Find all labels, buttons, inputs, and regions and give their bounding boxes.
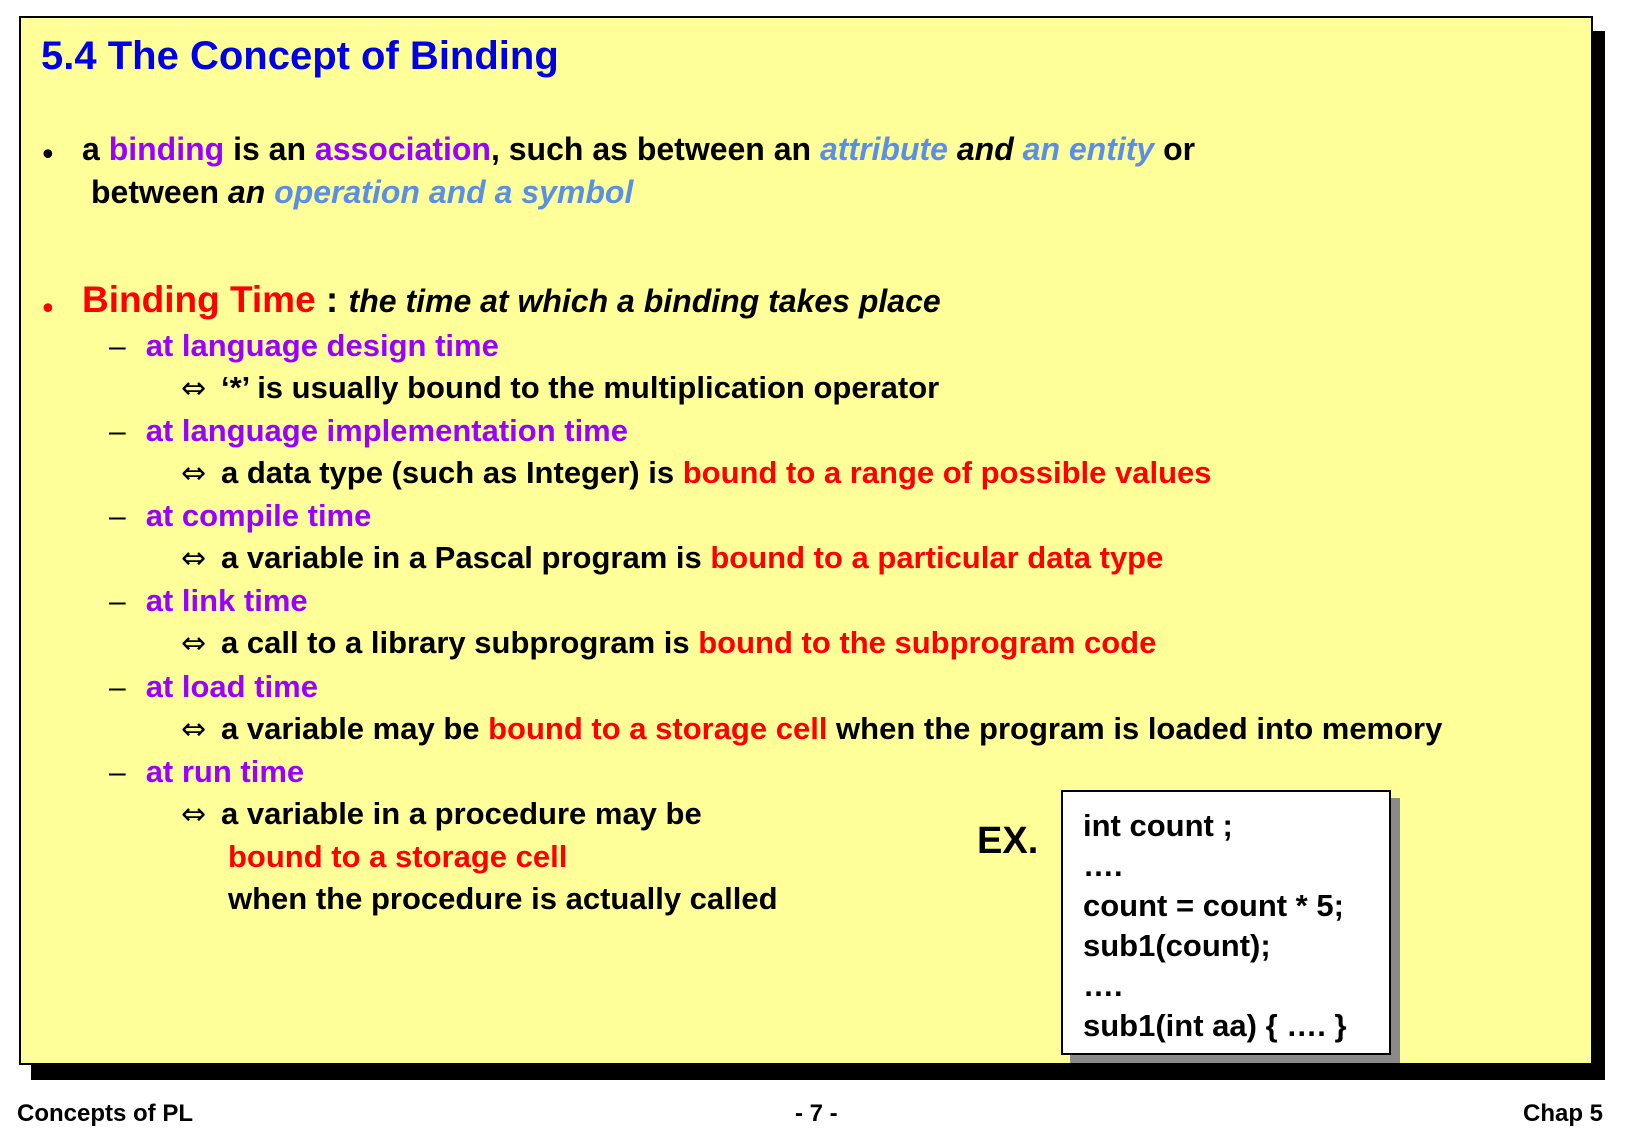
double-arrow-icon: ⇔ xyxy=(181,456,207,491)
code-line: int count ; xyxy=(1083,808,1233,843)
time-example-implementation: ⇔ a data type (such as Integer) is bound … xyxy=(181,455,1212,491)
double-arrow-icon: ⇔ xyxy=(181,626,207,661)
time-example-run-line2: bound to a storage cell xyxy=(228,839,568,874)
time-item-link: – at link time xyxy=(109,583,308,618)
footer-page-number: - 7 - xyxy=(795,1100,838,1127)
code-line: …. xyxy=(1083,848,1123,883)
time-example-compile: ⇔ a variable in a Pascal program is bound… xyxy=(181,540,1164,576)
bullet-marker: • xyxy=(39,138,57,173)
code-example-box: int count ; …. count = count * 5; sub1(c… xyxy=(1061,790,1391,1055)
time-example-design: ⇔ ‘*’ is usually bound to the multiplicat… xyxy=(181,370,940,406)
time-example-run-line3: when the procedure is actually called xyxy=(228,881,778,916)
code-line: count = count * 5; xyxy=(1083,888,1344,923)
bullet-marker: • xyxy=(39,292,57,327)
term-association: association xyxy=(314,131,491,167)
bullet1-line1: a binding is an association, such as bet… xyxy=(82,131,1196,167)
time-item-compile: – at compile time xyxy=(109,498,372,533)
time-item-run: – at run time xyxy=(109,754,305,789)
bullet1-line2: between an operation and a symbol xyxy=(91,174,634,210)
double-arrow-icon: ⇔ xyxy=(181,797,207,832)
time-example-run: ⇔ a variable in a procedure may be xyxy=(181,796,702,832)
time-item-implementation: – at language implementation time xyxy=(109,413,628,448)
footer-chapter: Chap 5 xyxy=(1523,1100,1604,1127)
double-arrow-icon: ⇔ xyxy=(181,371,207,406)
time-example-load: ⇔ a variable may be bound to a storage ce… xyxy=(181,711,1443,747)
time-item-design: – at language design time xyxy=(109,328,499,363)
double-arrow-icon: ⇔ xyxy=(181,712,207,747)
time-example-link: ⇔ a call to a library subprogram is bound… xyxy=(181,625,1157,661)
code-line: sub1(count); xyxy=(1083,928,1271,963)
footer-course: Concepts of PL xyxy=(17,1100,194,1127)
binding-time-term: Binding Time xyxy=(82,279,316,320)
time-item-load: – at load time xyxy=(109,669,318,704)
double-arrow-icon: ⇔ xyxy=(181,541,207,576)
slide-title: 5.4 The Concept of Binding xyxy=(41,34,559,78)
code-line: sub1(int aa) { …. } xyxy=(1083,1008,1347,1043)
ex-label: EX. xyxy=(977,820,1039,862)
term-binding: binding xyxy=(108,131,225,167)
code-line: …. xyxy=(1083,968,1123,1003)
binding-time-heading: Binding Time : the time at which a bindi… xyxy=(82,279,941,320)
